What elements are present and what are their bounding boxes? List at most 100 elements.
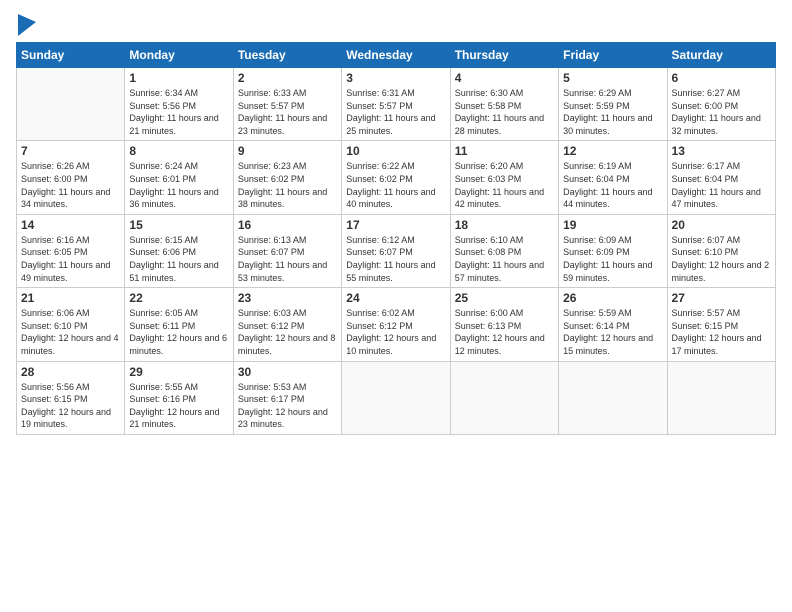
calendar-cell: 27 Sunrise: 5:57 AMSunset: 6:15 PMDayligh…: [667, 288, 775, 361]
day-info: Sunrise: 6:15 AMSunset: 6:06 PMDaylight:…: [129, 234, 228, 284]
calendar-table: SundayMondayTuesdayWednesdayThursdayFrid…: [16, 42, 776, 435]
day-number: 27: [672, 291, 771, 305]
day-number: 20: [672, 218, 771, 232]
calendar-cell: 21 Sunrise: 6:06 AMSunset: 6:10 PMDayligh…: [17, 288, 125, 361]
day-info: Sunrise: 6:29 AMSunset: 5:59 PMDaylight:…: [563, 87, 662, 137]
calendar-cell: 17 Sunrise: 6:12 AMSunset: 6:07 PMDayligh…: [342, 214, 450, 287]
day-number: 23: [238, 291, 337, 305]
day-info: Sunrise: 6:31 AMSunset: 5:57 PMDaylight:…: [346, 87, 445, 137]
calendar-week-row: 21 Sunrise: 6:06 AMSunset: 6:10 PMDayligh…: [17, 288, 776, 361]
day-number: 4: [455, 71, 554, 85]
logo: [16, 16, 36, 36]
day-info: Sunrise: 6:16 AMSunset: 6:05 PMDaylight:…: [21, 234, 120, 284]
calendar-week-row: 1Sunrise: 6:34 AMSunset: 5:56 PMDaylight…: [17, 68, 776, 141]
day-number: 7: [21, 144, 120, 158]
day-info: Sunrise: 6:24 AMSunset: 6:01 PMDaylight:…: [129, 160, 228, 210]
calendar-cell: [559, 361, 667, 434]
day-info: Sunrise: 5:59 AMSunset: 6:14 PMDaylight:…: [563, 307, 662, 357]
day-info: Sunrise: 5:55 AMSunset: 6:16 PMDaylight:…: [129, 381, 228, 431]
day-number: 21: [21, 291, 120, 305]
calendar-cell: [450, 361, 558, 434]
weekday-header: Saturday: [667, 43, 775, 68]
day-number: 17: [346, 218, 445, 232]
day-info: Sunrise: 6:20 AMSunset: 6:03 PMDaylight:…: [455, 160, 554, 210]
day-info: Sunrise: 6:12 AMSunset: 6:07 PMDaylight:…: [346, 234, 445, 284]
day-info: Sunrise: 6:19 AMSunset: 6:04 PMDaylight:…: [563, 160, 662, 210]
calendar-cell: 4 Sunrise: 6:30 AMSunset: 5:58 PMDaylight…: [450, 68, 558, 141]
header: [16, 12, 776, 36]
calendar-cell: 28 Sunrise: 5:56 AMSunset: 6:15 PMDayligh…: [17, 361, 125, 434]
day-info: Sunrise: 6:23 AMSunset: 6:02 PMDaylight:…: [238, 160, 337, 210]
calendar-cell: 20 Sunrise: 6:07 AMSunset: 6:10 PMDayligh…: [667, 214, 775, 287]
day-info: Sunrise: 6:30 AMSunset: 5:58 PMDaylight:…: [455, 87, 554, 137]
day-info: Sunrise: 6:00 AMSunset: 6:13 PMDaylight:…: [455, 307, 554, 357]
day-info: Sunrise: 5:57 AMSunset: 6:15 PMDaylight:…: [672, 307, 771, 357]
logo-icon: [18, 14, 36, 36]
calendar-cell: 13 Sunrise: 6:17 AMSunset: 6:04 PMDayligh…: [667, 141, 775, 214]
day-number: 13: [672, 144, 771, 158]
day-number: 25: [455, 291, 554, 305]
calendar-cell: 10Sunrise: 6:22 AMSunset: 6:02 PMDayligh…: [342, 141, 450, 214]
day-number: 1: [129, 71, 228, 85]
calendar-week-row: 14 Sunrise: 6:16 AMSunset: 6:05 PMDayligh…: [17, 214, 776, 287]
day-info: Sunrise: 6:17 AMSunset: 6:04 PMDaylight:…: [672, 160, 771, 210]
calendar-cell: 29 Sunrise: 5:55 AMSunset: 6:16 PMDayligh…: [125, 361, 233, 434]
weekday-header: Friday: [559, 43, 667, 68]
calendar-cell: 7 Sunrise: 6:26 AMSunset: 6:00 PMDaylight…: [17, 141, 125, 214]
weekday-header: Monday: [125, 43, 233, 68]
calendar-cell: 23 Sunrise: 6:03 AMSunset: 6:12 PMDayligh…: [233, 288, 341, 361]
day-number: 22: [129, 291, 228, 305]
day-info: Sunrise: 6:09 AMSunset: 6:09 PMDaylight:…: [563, 234, 662, 284]
calendar-cell: 24Sunrise: 6:02 AMSunset: 6:12 PMDayligh…: [342, 288, 450, 361]
day-number: 26: [563, 291, 662, 305]
day-number: 3: [346, 71, 445, 85]
day-number: 19: [563, 218, 662, 232]
calendar-cell: 2Sunrise: 6:33 AMSunset: 5:57 PMDaylight…: [233, 68, 341, 141]
day-number: 5: [563, 71, 662, 85]
calendar-cell: 3 Sunrise: 6:31 AMSunset: 5:57 PMDaylight…: [342, 68, 450, 141]
calendar-cell: 11 Sunrise: 6:20 AMSunset: 6:03 PMDayligh…: [450, 141, 558, 214]
day-number: 30: [238, 365, 337, 379]
day-info: Sunrise: 6:27 AMSunset: 6:00 PMDaylight:…: [672, 87, 771, 137]
weekday-header: Wednesday: [342, 43, 450, 68]
calendar-cell: 12 Sunrise: 6:19 AMSunset: 6:04 PMDayligh…: [559, 141, 667, 214]
day-info: Sunrise: 6:06 AMSunset: 6:10 PMDaylight:…: [21, 307, 120, 357]
day-number: 28: [21, 365, 120, 379]
day-number: 12: [563, 144, 662, 158]
calendar-cell: 1Sunrise: 6:34 AMSunset: 5:56 PMDaylight…: [125, 68, 233, 141]
day-number: 11: [455, 144, 554, 158]
day-number: 16: [238, 218, 337, 232]
day-info: Sunrise: 6:03 AMSunset: 6:12 PMDaylight:…: [238, 307, 337, 357]
day-info: Sunrise: 6:10 AMSunset: 6:08 PMDaylight:…: [455, 234, 554, 284]
calendar-cell: 22Sunrise: 6:05 AMSunset: 6:11 PMDayligh…: [125, 288, 233, 361]
calendar-week-row: 7 Sunrise: 6:26 AMSunset: 6:00 PMDaylight…: [17, 141, 776, 214]
calendar-cell: 8 Sunrise: 6:24 AMSunset: 6:01 PMDaylight…: [125, 141, 233, 214]
day-info: Sunrise: 5:56 AMSunset: 6:15 PMDaylight:…: [21, 381, 120, 431]
day-info: Sunrise: 6:07 AMSunset: 6:10 PMDaylight:…: [672, 234, 771, 284]
calendar-cell: 6 Sunrise: 6:27 AMSunset: 6:00 PMDaylight…: [667, 68, 775, 141]
calendar-cell: [342, 361, 450, 434]
weekday-header: Tuesday: [233, 43, 341, 68]
day-number: 18: [455, 218, 554, 232]
calendar-cell: 19 Sunrise: 6:09 AMSunset: 6:09 PMDayligh…: [559, 214, 667, 287]
weekday-header: Thursday: [450, 43, 558, 68]
calendar-cell: 25 Sunrise: 6:00 AMSunset: 6:13 PMDayligh…: [450, 288, 558, 361]
calendar-cell: 16 Sunrise: 6:13 AMSunset: 6:07 PMDayligh…: [233, 214, 341, 287]
calendar-cell: 18 Sunrise: 6:10 AMSunset: 6:08 PMDayligh…: [450, 214, 558, 287]
calendar-cell: 26 Sunrise: 5:59 AMSunset: 6:14 PMDayligh…: [559, 288, 667, 361]
day-info: Sunrise: 5:53 AMSunset: 6:17 PMDaylight:…: [238, 381, 337, 431]
calendar-cell: [17, 68, 125, 141]
day-number: 6: [672, 71, 771, 85]
weekday-header-row: SundayMondayTuesdayWednesdayThursdayFrid…: [17, 43, 776, 68]
calendar-cell: 5 Sunrise: 6:29 AMSunset: 5:59 PMDaylight…: [559, 68, 667, 141]
day-number: 14: [21, 218, 120, 232]
calendar-cell: 9 Sunrise: 6:23 AMSunset: 6:02 PMDaylight…: [233, 141, 341, 214]
day-info: Sunrise: 6:13 AMSunset: 6:07 PMDaylight:…: [238, 234, 337, 284]
day-number: 8: [129, 144, 228, 158]
day-info: Sunrise: 6:33 AMSunset: 5:57 PMDaylight:…: [238, 87, 337, 137]
calendar-week-row: 28 Sunrise: 5:56 AMSunset: 6:15 PMDayligh…: [17, 361, 776, 434]
day-number: 9: [238, 144, 337, 158]
page: SundayMondayTuesdayWednesdayThursdayFrid…: [0, 0, 792, 612]
day-info: Sunrise: 6:26 AMSunset: 6:00 PMDaylight:…: [21, 160, 120, 210]
day-number: 29: [129, 365, 228, 379]
